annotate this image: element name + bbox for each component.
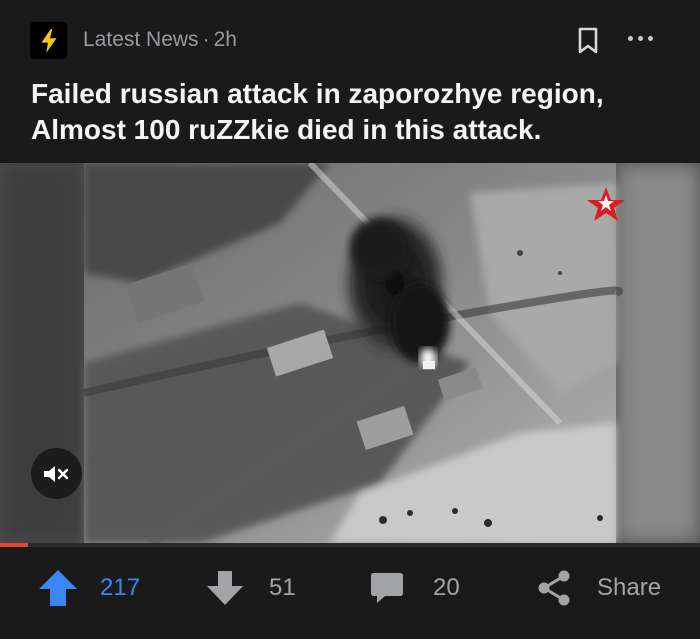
video-progress-fill [0, 543, 28, 547]
speaker-muted-icon [43, 465, 68, 482]
downvote-arrow-icon [207, 571, 243, 605]
share-label: Share [597, 574, 662, 601]
upvote-count: 217 [100, 574, 141, 601]
post-meta: Latest News · 2h [83, 27, 237, 53]
bookmark-icon [578, 27, 598, 54]
upvote-arrow-icon [39, 570, 77, 606]
share-button[interactable]: Share [536, 560, 661, 616]
upvote-button[interactable]: 217 [38, 560, 140, 616]
mute-toggle-button[interactable] [31, 448, 82, 499]
post-actions-bar: 217 51 20 Share [0, 560, 700, 620]
more-dot-icon [648, 35, 653, 41]
post-age: 2h [213, 28, 237, 51]
community-name[interactable]: Latest News [83, 28, 199, 51]
share-icon [538, 570, 570, 606]
comment-count: 20 [433, 574, 460, 601]
post-title[interactable]: Failed russian attack in zaporozhye regi… [31, 76, 671, 148]
downvote-count: 51 [269, 574, 296, 601]
video-progress-bar[interactable] [0, 543, 700, 547]
more-dot-icon [628, 35, 633, 41]
video-frame [0, 163, 700, 543]
community-avatar[interactable] [30, 22, 67, 59]
more-dot-icon [638, 35, 643, 41]
meta-separator: · [202, 28, 210, 51]
post-header: Latest News · 2h [0, 0, 700, 80]
lightning-icon [40, 28, 57, 53]
bookmark-button[interactable] [576, 26, 600, 56]
comments-button[interactable]: 20 [369, 560, 460, 616]
comment-bubble-icon [371, 573, 403, 603]
more-options-button[interactable] [628, 32, 654, 44]
video-player[interactable] [0, 163, 700, 543]
downvote-button[interactable]: 51 [206, 560, 296, 616]
